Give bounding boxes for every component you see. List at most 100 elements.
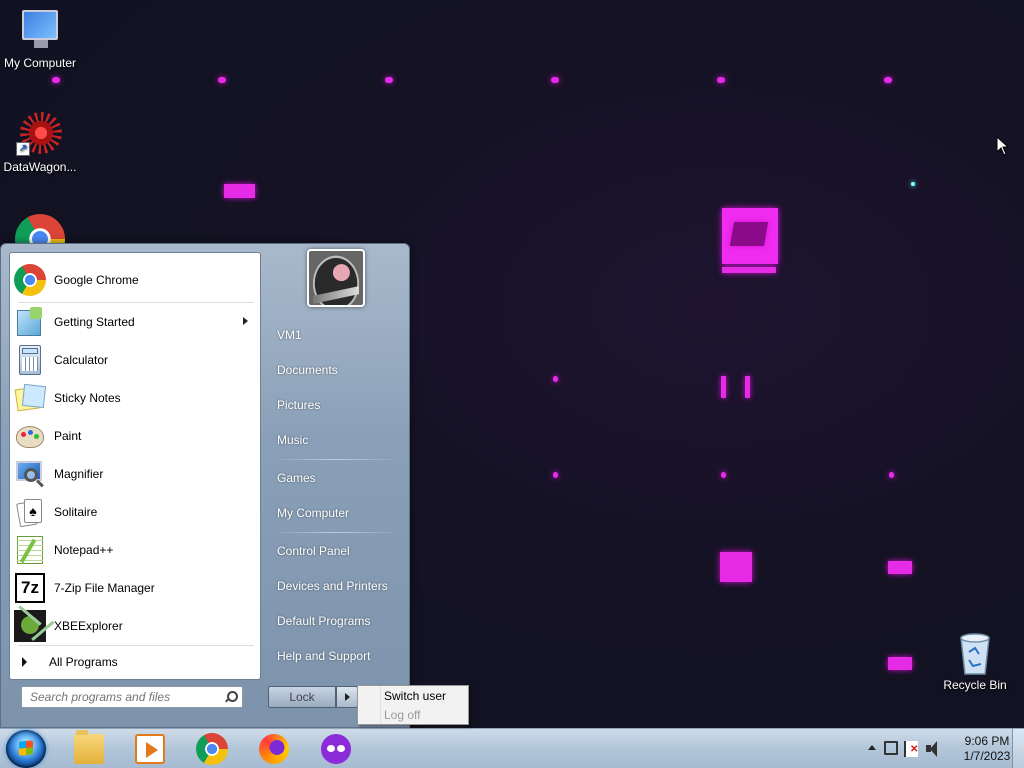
wallpaper-bar [722, 267, 776, 273]
program-xbeexplorer[interactable]: XBEExplorer [12, 605, 258, 645]
start-link-help-and-support[interactable]: Help and Support [269, 641, 403, 671]
menu-item-switch-user[interactable]: Switch user [382, 686, 446, 706]
wallpaper-dot [218, 77, 226, 83]
chrome-icon [196, 733, 228, 765]
desktop-icon-label: Recycle Bin [943, 678, 1007, 692]
separator [271, 532, 401, 533]
wallpaper-dot [551, 77, 559, 83]
solitaire-icon: ♠ [14, 496, 46, 528]
program-label: Paint [54, 429, 82, 443]
menu-item-log-off[interactable]: Log off [382, 705, 420, 725]
start-link-devices-and-printers[interactable]: Devices and Printers [269, 571, 403, 601]
shutdown-options-menu: Switch user Log off [357, 685, 469, 725]
wallpaper-dot [721, 472, 726, 478]
taskbar-firefox-button[interactable] [249, 732, 299, 766]
program-7zip[interactable]: 7z 7-Zip File Manager [12, 569, 258, 607]
start-link-default-programs[interactable]: Default Programs [269, 606, 403, 636]
program-sticky-notes[interactable]: Sticky Notes [12, 379, 258, 417]
action-center-flag-icon[interactable] [904, 741, 918, 757]
wallpaper-block [888, 657, 912, 670]
xbeexplorer-icon [14, 605, 55, 642]
wallpaper-block [224, 184, 255, 198]
wallpaper-face [722, 208, 778, 264]
datawagon-icon: ↗ [16, 112, 64, 156]
start-menu: Google Chrome Getting Started Calculator [0, 243, 410, 728]
recycle-bin-icon [951, 630, 999, 675]
program-label: Getting Started [54, 315, 135, 329]
start-link-control-panel[interactable]: Control Panel [269, 536, 403, 566]
start-link-my-computer[interactable]: My Computer [269, 498, 403, 528]
wallpaper-dot [52, 77, 60, 83]
taskbar-mask-app-button[interactable] [311, 732, 361, 766]
start-link-user[interactable]: VM1 [269, 320, 403, 350]
network-icon[interactable] [884, 741, 898, 755]
wallpaper-dot [884, 77, 892, 83]
start-link-games[interactable]: Games [269, 463, 403, 493]
wallpaper-dot [717, 77, 725, 83]
system-tray: 9:06 PM 1/7/2023 [834, 729, 1024, 768]
paint-icon [14, 420, 46, 452]
program-label: Solitaire [54, 505, 98, 519]
taskbar: 9:06 PM 1/7/2023 [0, 728, 1024, 768]
computer-icon [16, 8, 64, 52]
wallpaper-dot [553, 472, 558, 478]
show-desktop-button[interactable] [1012, 729, 1024, 768]
wallpaper-dot [911, 182, 915, 186]
search-input[interactable] [22, 687, 212, 707]
separator [271, 459, 401, 460]
program-magnifier[interactable]: Magnifier [12, 455, 258, 493]
shortcut-arrow-icon: ↗ [16, 142, 30, 156]
sticky-notes-icon [14, 382, 47, 414]
lock-button[interactable]: Lock [268, 686, 336, 708]
taskbar-explorer-button[interactable] [64, 730, 114, 766]
submenu-arrow-icon [243, 317, 248, 325]
volume-icon[interactable] [926, 741, 942, 757]
wallpaper-dot [553, 376, 558, 382]
7zip-icon: 7z [14, 572, 46, 604]
program-solitaire[interactable]: ♠ Solitaire [12, 493, 258, 531]
program-label: Calculator [54, 353, 109, 367]
start-link-documents[interactable]: Documents [269, 355, 403, 385]
firefox-icon [259, 734, 289, 764]
desktop-icon-recycle-bin[interactable]: Recycle Bin [935, 630, 1015, 692]
mask-app-icon [321, 734, 351, 764]
desktop-icon-label: My Computer [3, 56, 77, 70]
separator [18, 645, 254, 646]
wallpaper-block [888, 561, 912, 574]
start-link-music[interactable]: Music [269, 425, 403, 455]
calculator-icon [14, 344, 46, 376]
media-player-icon [135, 734, 165, 764]
all-programs-arrow-icon [22, 657, 27, 667]
desktop-icon-my-computer[interactable]: My Computer [0, 8, 80, 70]
desktop-icon-label: DataWagon... [3, 160, 77, 174]
wallpaper-dot [889, 472, 894, 478]
program-label: 7-Zip File Manager [54, 581, 155, 595]
start-button[interactable] [6, 730, 46, 768]
search-icon[interactable] [225, 691, 238, 702]
wallpaper-block [720, 552, 752, 582]
program-getting-started[interactable]: Getting Started [12, 303, 258, 341]
shutdown-options-button[interactable] [336, 686, 358, 708]
user-picture[interactable] [307, 249, 365, 307]
program-label: Google Chrome [54, 273, 139, 287]
taskbar-media-player-button[interactable] [125, 732, 175, 766]
all-programs-button[interactable]: All Programs [12, 649, 258, 675]
program-paint[interactable]: Paint [12, 417, 258, 455]
notepadpp-icon [14, 534, 46, 566]
desktop-icon-datawagon[interactable]: ↗ DataWagon... [0, 112, 80, 174]
start-link-pictures[interactable]: Pictures [269, 390, 403, 420]
start-menu-programs-pane: Google Chrome Getting Started Calculator [9, 252, 261, 680]
program-notepadpp[interactable]: Notepad++ [12, 531, 258, 569]
taskbar-chrome-button[interactable] [187, 732, 237, 766]
wallpaper-bar [721, 376, 726, 398]
program-calculator[interactable]: Calculator [12, 341, 258, 379]
program-google-chrome[interactable]: Google Chrome [12, 261, 258, 299]
show-hidden-icons-icon[interactable] [868, 745, 876, 750]
program-label: Magnifier [54, 467, 104, 481]
windows-logo-icon [19, 740, 33, 756]
wallpaper-dot [385, 77, 393, 83]
magnifier-icon [14, 458, 46, 490]
program-label: XBEExplorer [54, 619, 123, 633]
all-programs-label: All Programs [49, 655, 118, 669]
wallpaper-bar [745, 376, 750, 398]
